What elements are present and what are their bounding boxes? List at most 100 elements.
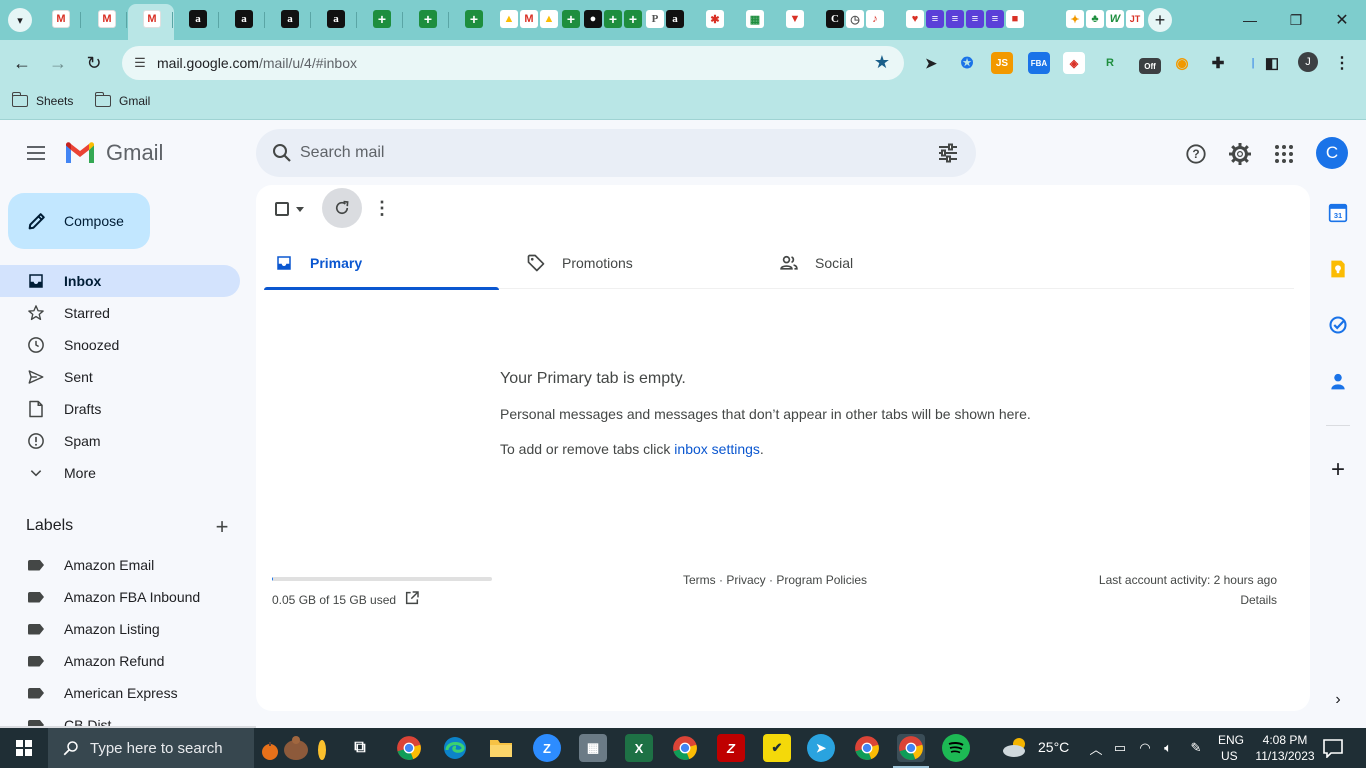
battery-icon[interactable]: ▭ <box>1110 738 1130 758</box>
amazon-tab-favicon-icon[interactable]: a <box>235 10 253 28</box>
search-icon[interactable] <box>270 141 294 165</box>
label-item[interactable]: Amazon FBA Inbound <box>0 581 240 613</box>
clover-favicon-icon[interactable]: ♣ <box>1086 10 1104 28</box>
tab-social[interactable]: Social <box>769 237 1004 289</box>
sidebar-item-snoozed[interactable]: Snoozed <box>0 329 240 361</box>
gmail-tab-favicon-icon[interactable]: M <box>52 10 70 28</box>
label-item[interactable]: American Express <box>0 677 240 709</box>
misc-favicon-icon[interactable]: ▦ <box>746 10 764 28</box>
sheets-tab-favicon-icon[interactable]: + <box>465 10 483 28</box>
search-bar[interactable] <box>256 129 976 177</box>
drive-favicon-icon[interactable]: ▲ <box>500 10 518 28</box>
sidebar-item-spam[interactable]: Spam <box>0 425 240 457</box>
sidebar-item-starred[interactable]: Starred <box>0 297 240 329</box>
bookmark-gmail[interactable]: Gmail <box>94 92 150 108</box>
extension-rs-icon[interactable]: R <box>1099 52 1121 74</box>
extension-js-icon[interactable]: JS <box>991 52 1013 74</box>
restore-button[interactable]: ❐ <box>1284 8 1308 32</box>
sheets-tab-favicon-icon[interactable]: + <box>419 10 437 28</box>
label-item[interactable]: Amazon Listing <box>0 613 240 645</box>
w-favicon-icon[interactable]: W <box>1106 10 1124 28</box>
refresh-button[interactable] <box>322 188 362 228</box>
tab-promotions[interactable]: Promotions <box>516 237 751 289</box>
help-icon[interactable]: ? <box>1183 141 1209 167</box>
extension-gear-icon[interactable]: ✪ <box>956 52 978 74</box>
chrome-profile-taskbar-icon[interactable] <box>671 734 699 762</box>
back-button[interactable]: ← <box>9 50 35 76</box>
wifi-icon[interactable]: ◠ <box>1135 738 1155 758</box>
sheets-favicon-icon[interactable]: + <box>604 10 622 28</box>
select-all-checkbox[interactable] <box>275 202 289 216</box>
tasks-app-icon[interactable] <box>1326 313 1350 337</box>
extension-misc-icon[interactable]: ◈ <box>1063 52 1085 74</box>
inbox-settings-link[interactable]: inbox settings <box>674 441 760 457</box>
notification-center-icon[interactable] <box>1322 738 1344 758</box>
misc-favicon-icon[interactable]: ✦ <box>1066 10 1084 28</box>
more-actions-icon[interactable]: ⋮ <box>372 197 392 219</box>
telegram-icon[interactable]: ➤ <box>807 734 835 762</box>
volume-icon[interactable]: 🔈︎ <box>1158 738 1178 758</box>
sidebar-item-sent[interactable]: Sent <box>0 361 240 393</box>
privacy-link[interactable]: Privacy <box>726 573 765 587</box>
account-avatar[interactable]: C <box>1316 137 1348 169</box>
task-view-icon[interactable]: ⧉ <box>346 734 374 762</box>
gmail-tab-favicon-icon[interactable]: M <box>143 10 161 28</box>
chrome-menu-icon[interactable]: ⋮ <box>1332 52 1352 74</box>
sheets-favicon-icon[interactable]: + <box>624 10 642 28</box>
pen-icon[interactable]: ✎ <box>1186 738 1206 758</box>
site-info-icon[interactable]: ☰ <box>130 53 150 73</box>
minimize-button[interactable]: — <box>1238 8 1262 32</box>
address-bar[interactable]: ☰ mail.google.com/mail/u/4/#inbox ★ <box>122 46 904 80</box>
keep-app-icon[interactable] <box>1326 257 1350 281</box>
misc-favicon-icon[interactable]: ▼ <box>786 10 804 28</box>
excel-taskbar-icon[interactable]: X <box>625 734 653 762</box>
select-options-caret-icon[interactable] <box>296 207 304 212</box>
filezilla-icon[interactable]: Z <box>717 734 745 762</box>
bookmark-star-icon[interactable]: ★ <box>874 52 890 73</box>
forward-button[interactable]: → <box>45 50 71 76</box>
app-favicon-icon[interactable]: ● <box>584 10 602 28</box>
terms-link[interactable]: Terms <box>683 573 716 587</box>
sticky-app-icon[interactable]: ✔ <box>763 734 791 762</box>
create-label-icon[interactable]: + <box>210 514 234 539</box>
calculator-icon[interactable]: ▦ <box>579 734 607 762</box>
chrome-profile-avatar[interactable]: J <box>1298 52 1318 72</box>
activity-details-link[interactable]: Details <box>1240 593 1277 607</box>
edge-taskbar-icon[interactable] <box>441 734 469 762</box>
list-favicon-icon[interactable]: ≡ <box>966 10 984 28</box>
url-text[interactable]: mail.google.com/mail/u/4/#inbox <box>157 55 357 71</box>
new-tab-button[interactable]: + <box>1148 8 1172 32</box>
start-button[interactable] <box>0 728 48 768</box>
misc-favicon-icon[interactable]: ■ <box>1006 10 1024 28</box>
label-item[interactable]: Amazon Email <box>0 549 240 581</box>
file-explorer-icon[interactable] <box>487 734 515 762</box>
taskbar-clock[interactable]: 4:08 PM 11/13/2023 <box>1254 732 1316 764</box>
side-panel-icon[interactable]: ◧ <box>1261 52 1283 74</box>
list-favicon-icon[interactable]: ≡ <box>926 10 944 28</box>
history-favicon-icon[interactable]: ◷ <box>846 10 864 28</box>
extensions-puzzle-icon[interactable]: ✚ <box>1207 52 1229 74</box>
settings-gear-icon[interactable] <box>1227 141 1253 167</box>
tab-search-icon[interactable]: ▾ <box>8 8 32 32</box>
sheets-favicon-icon[interactable]: + <box>562 10 580 28</box>
list-favicon-icon[interactable]: ≡ <box>946 10 964 28</box>
list-favicon-icon[interactable]: ≡ <box>986 10 1004 28</box>
gmail-tab-favicon-icon[interactable]: M <box>98 10 116 28</box>
compose-button[interactable]: Compose <box>8 193 150 249</box>
amazon-tab-favicon-icon[interactable]: a <box>281 10 299 28</box>
taskbar-search-box[interactable]: Type here to search <box>48 728 254 768</box>
bookmark-sheets[interactable]: Sheets <box>11 92 73 108</box>
show-hidden-icons-chevron-icon[interactable]: ︿ <box>1086 738 1106 758</box>
sidebar-item-drafts[interactable]: Drafts <box>0 393 240 425</box>
search-input[interactable] <box>300 139 900 167</box>
amazon-tab-favicon-icon[interactable]: a <box>327 10 345 28</box>
sidebar-item-more[interactable]: More <box>0 457 240 489</box>
extension-arrow-icon[interactable]: ➤ <box>920 52 942 74</box>
contacts-app-icon[interactable] <box>1326 369 1350 393</box>
p-favicon-icon[interactable]: P <box>646 10 664 28</box>
weather-widget[interactable]: 25°C <box>1002 736 1069 758</box>
misc-favicon-icon[interactable]: ✱ <box>706 10 724 28</box>
sheets-tab-favicon-icon[interactable]: + <box>373 10 391 28</box>
main-menu-icon[interactable] <box>22 140 50 166</box>
drive-favicon-icon[interactable]: ▲ <box>540 10 558 28</box>
